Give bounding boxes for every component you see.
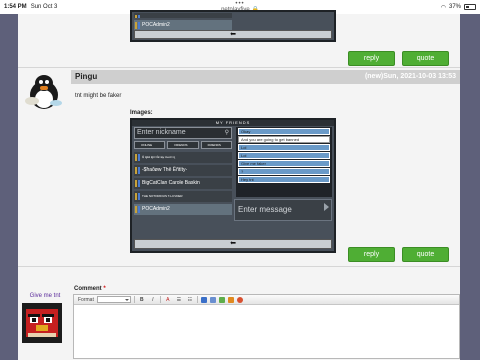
friends-title: MY FRIENDS [132,120,334,126]
send-arrow-icon [324,203,329,211]
toolbar-separator [196,296,198,303]
media-icon[interactable] [227,296,234,303]
friend-item: -$ħaðøw Thê Ëñtïty- [134,165,232,176]
reply-button[interactable]: reply [348,247,395,262]
search-icon: ⚲ [224,130,229,136]
friend-name: POCAdmin2 [142,22,170,28]
nickname-search-field: Enter nickname ⚲ [134,127,232,139]
chat-message: And you are going to get banned [238,136,330,143]
font-color-button[interactable]: A [164,297,172,303]
post-divider [18,67,460,68]
post-author[interactable]: Pingu [75,72,97,81]
previous-post-image[interactable]: POCAdmin2 ⬅ [130,10,336,42]
chat-message-field: Enter message [234,199,332,221]
post-body: tnt might be faker [75,93,122,99]
numbered-list-icon[interactable]: ☰ [175,297,183,303]
chat-message: Lol [238,144,330,151]
post-header: Pingu (new)Sun, 2021-10-03 13:53 [71,70,460,84]
back-arrow-button: ⬅ [134,239,332,249]
unlink-icon[interactable] [209,296,216,303]
friend-item: THE NOTORIOUS T-LCVDER [134,191,232,202]
toolbar-separator [133,296,135,303]
message-placeholder: Enter message [238,205,292,214]
bold-button[interactable]: B [138,297,146,303]
friends-list: Ꮆ ꭆƙΔ ꭆΩ Ƈʀʏʀɏ ɪɪʟʟɪɪɪ ꭆ -$ħaðøw Thê Ëñt… [134,152,232,217]
comment-editor[interactable]: Format B I A ☰ ☷ [73,294,460,359]
current-user-avatar [22,303,62,343]
battery-icon [464,4,476,10]
chat-message: Give me faker [238,160,330,167]
chat-message: Lol [238,152,330,159]
comment-label: Comment * [74,286,106,292]
link-icon[interactable] [200,296,207,303]
post-divider [18,266,460,267]
friend-name: BigCatClan Carole Baskin [142,180,200,186]
comment-label-text: Comment [74,286,102,292]
current-user-name[interactable]: Give me tnt [20,293,70,299]
tab-friends: FRIENDS [167,141,199,149]
required-marker: * [103,286,106,292]
friend-name: POCAdmin2 [142,206,170,212]
search-placeholder: Enter nickname [137,129,186,136]
chat-message: ? [238,168,330,175]
chat-messages: Okay And you are going to get banned Lol… [236,127,332,197]
toolbar-separator [159,296,161,303]
chat-message: Okay [238,128,330,135]
italic-button[interactable]: I [149,297,157,303]
post-date: (new)Sun, 2021-10-03 13:53 [364,73,456,80]
friend-item: BigCatClan Carole Baskin [134,178,232,189]
format-label: Format [78,296,94,303]
post-screenshot-image[interactable]: MY FRIENDS Enter nickname ⚲ ONLINE FRIEN… [130,118,336,253]
friend-name: -$ħaðøw Thê Ëñtïty- [142,167,188,173]
quote-button[interactable]: quote [402,51,449,66]
friend-item: Ꮆ ꭆƙΔ ꭆΩ Ƈʀʏʀɏ ɪɪʟʟɪɪɪ ꭆ [134,152,232,163]
friends-tabs: ONLINE FRIENDS FRIENDS [134,141,232,149]
penguin-avatar-image [20,69,70,115]
format-dropdown[interactable] [96,296,131,303]
friend-item: POCAdmin2 [134,204,232,215]
friend-name: THE NOTORIOUS T-LCVDER [142,194,183,198]
author-avatar [20,69,70,115]
chat-message: Hey tnt [238,176,330,183]
friend-name: Ꮆ ꭆƙΔ ꭆΩ Ƈʀʏʀɏ ɪɪʟʟɪɪɪ ꭆ [142,155,176,159]
tab-online: ONLINE [134,141,166,149]
back-arrow-button[interactable]: ⬅ [134,30,332,39]
red-bird-avatar-image [22,303,62,343]
image-icon[interactable] [218,296,225,303]
quote-button[interactable]: quote [402,247,449,262]
editor-toolbar: Format B I A ☰ ☷ [74,295,459,305]
bulleted-list-icon[interactable]: ☷ [186,297,194,303]
reply-button[interactable]: reply [348,51,395,66]
previous-friend-item[interactable] [134,13,232,18]
forum-thread: POCAdmin2 ⬅ reply quote Pingu (new)Sun, … [18,10,460,360]
tab-friends-2: FRIENDS [200,141,232,149]
images-label: Images: [130,110,153,116]
emoticon-icon[interactable] [236,296,243,303]
